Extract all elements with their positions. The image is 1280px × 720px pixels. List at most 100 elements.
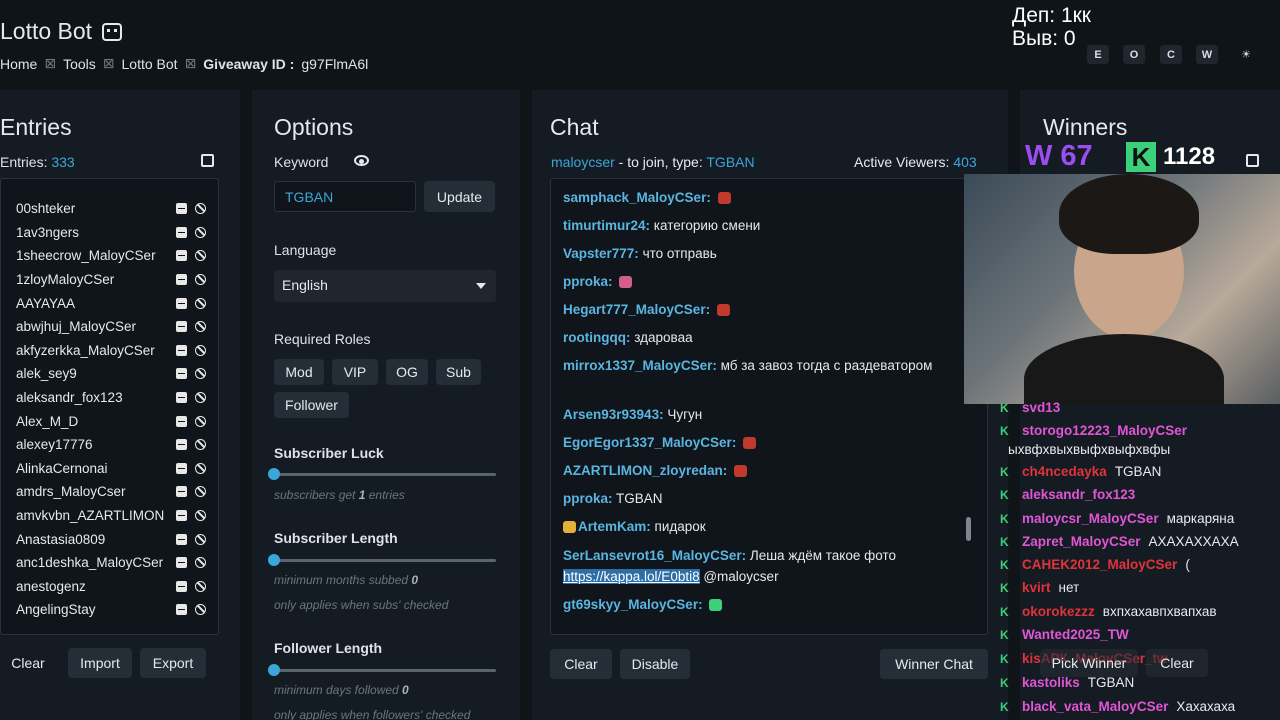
ban-icon[interactable] (195, 274, 206, 286)
eye-icon[interactable] (354, 155, 369, 166)
role-follower[interactable]: Follower (274, 392, 349, 418)
remove-icon[interactable] (176, 510, 187, 522)
chat-username[interactable]: mirrox1337_MaloyCSer: (563, 358, 717, 373)
ban-icon[interactable] (195, 486, 206, 498)
ban-icon[interactable] (195, 368, 206, 380)
slider-handle[interactable] (268, 468, 280, 480)
ban-icon[interactable] (195, 510, 206, 522)
sub-luck-slider[interactable] (268, 468, 496, 480)
header-btn-c[interactable]: C (1160, 45, 1182, 64)
ban-icon[interactable] (195, 604, 206, 616)
winner-username[interactable]: okorokezzz (1022, 604, 1095, 619)
remove-icon[interactable] (176, 368, 187, 380)
ban-icon[interactable] (195, 557, 206, 569)
winner-username[interactable]: Wanted2025_TW (1022, 627, 1129, 642)
kick-icon: K (1000, 604, 1009, 619)
chat-username[interactable]: pproka: (563, 274, 613, 289)
update-button[interactable]: Update (424, 181, 495, 212)
ban-icon[interactable] (195, 392, 206, 404)
remove-icon[interactable] (176, 439, 187, 451)
winner-username[interactable]: CAHEK2012_MaloyCSer (1022, 557, 1177, 572)
chat-username[interactable]: AZARTLIMON_zloyredan: (563, 463, 727, 478)
winner-username[interactable]: kvirt (1022, 580, 1051, 595)
breadcrumb-lotto-bot[interactable]: Lotto Bot (122, 56, 178, 72)
ban-icon[interactable] (195, 415, 206, 427)
follower-length-slider[interactable] (268, 664, 496, 676)
winners-clear-button[interactable]: Clear (1146, 649, 1208, 677)
remove-icon[interactable] (176, 486, 187, 498)
keyword-input[interactable]: TGBAN (274, 181, 416, 212)
remove-icon[interactable] (176, 557, 187, 569)
slider-handle[interactable] (268, 664, 280, 676)
chat-username[interactable]: SerLansevrot16_MaloyCSer: (563, 548, 746, 563)
winner-username[interactable]: ch4ncedayka (1022, 464, 1107, 479)
role-vip[interactable]: VIP (332, 359, 378, 385)
chat-username[interactable]: Hegart777_MaloyCSer: (563, 302, 710, 317)
copy-icon[interactable] (1246, 154, 1259, 167)
chat-username[interactable]: Vapster777: (563, 246, 639, 261)
language-select[interactable]: English (274, 270, 496, 302)
ban-icon[interactable] (195, 321, 206, 333)
winner-chat-button[interactable]: Winner Chat (880, 649, 988, 679)
chat-username[interactable]: samphack_MaloyCSer: (563, 190, 711, 205)
remove-icon[interactable] (176, 462, 187, 474)
chat-username[interactable]: EgorEgor1337_MaloyCSer: (563, 435, 736, 450)
remove-icon[interactable] (176, 321, 187, 333)
chat-scrollbar[interactable] (966, 517, 971, 541)
copy-icon[interactable] (201, 154, 214, 167)
remove-icon[interactable] (176, 392, 187, 404)
winner-username[interactable]: aleksandr_fox123 (1022, 487, 1135, 502)
remove-icon[interactable] (176, 203, 187, 215)
remove-icon[interactable] (176, 274, 187, 286)
slider-handle[interactable] (268, 554, 280, 566)
remove-icon[interactable] (176, 604, 187, 616)
remove-icon[interactable] (176, 344, 187, 356)
winner-username[interactable]: svd13 (1022, 400, 1060, 415)
ban-icon[interactable] (195, 439, 206, 451)
chat-username[interactable]: gt69skyy_MaloyCSer: (563, 597, 703, 612)
winner-username[interactable]: Zapret_MaloyCSer (1022, 534, 1141, 549)
role-og[interactable]: OG (386, 359, 428, 385)
chat-username[interactable]: rootingqq: (563, 330, 630, 345)
channel-name[interactable]: maloycser (551, 154, 615, 170)
remove-icon[interactable] (176, 533, 187, 545)
role-sub[interactable]: Sub (436, 359, 481, 385)
import-button[interactable]: Import (68, 648, 132, 678)
ban-icon[interactable] (195, 203, 206, 215)
ban-icon[interactable] (195, 533, 206, 545)
chat-clear-button[interactable]: Clear (550, 649, 612, 679)
chat-link[interactable]: https://kappa.lol/E0bti8 (563, 569, 700, 584)
ban-icon[interactable] (195, 344, 206, 356)
remove-icon[interactable] (176, 415, 187, 427)
remove-icon[interactable] (176, 297, 187, 309)
ban-icon[interactable] (195, 226, 206, 238)
breadcrumb-tools[interactable]: Tools (63, 56, 96, 72)
entry-name: amdrs_MaloyCser (16, 484, 126, 500)
chat-username[interactable]: Arsen93r93943: (563, 407, 664, 422)
chat-username[interactable]: timurtimur24: (563, 218, 650, 233)
role-mod[interactable]: Mod (274, 359, 324, 385)
winner-username[interactable]: maloycsr_MaloyCSer (1022, 511, 1159, 526)
entries-clear-button[interactable]: Clear (2, 648, 54, 678)
winner-username[interactable]: black_vata_MaloyCSer (1022, 699, 1168, 714)
header-btn-o[interactable]: O (1123, 45, 1145, 64)
ban-icon[interactable] (195, 462, 206, 474)
ban-icon[interactable] (195, 250, 206, 262)
breadcrumb-home[interactable]: Home (0, 56, 37, 72)
header-btn-e[interactable]: E (1087, 45, 1109, 64)
remove-icon[interactable] (176, 580, 187, 592)
remove-icon[interactable] (176, 250, 187, 262)
ban-icon[interactable] (195, 297, 206, 309)
chat-username[interactable]: pproka: (563, 491, 613, 506)
winner-username[interactable]: kastoliks (1022, 675, 1080, 690)
ban-icon[interactable] (195, 580, 206, 592)
export-button[interactable]: Export (140, 648, 206, 678)
remove-icon[interactable] (176, 226, 187, 238)
sub-length-slider[interactable] (268, 554, 496, 566)
disable-button[interactable]: Disable (620, 649, 690, 679)
winner-username[interactable]: storogo12223_MaloyCSer (1022, 423, 1187, 438)
theme-toggle-icon[interactable]: ☀ (1235, 45, 1257, 64)
header-btn-w[interactable]: W (1196, 45, 1218, 64)
chat-username[interactable]: ArtemKam: (578, 519, 651, 534)
pick-winner-button[interactable]: Pick Winner (1040, 649, 1138, 677)
